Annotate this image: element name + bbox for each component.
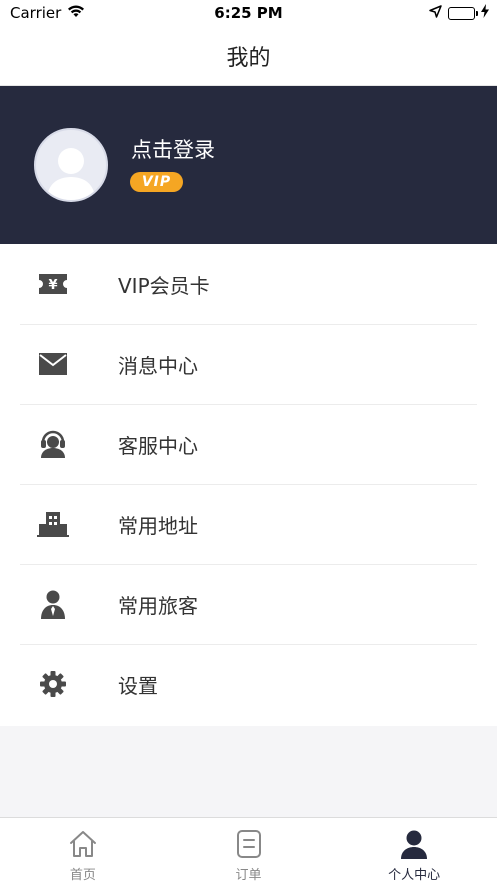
wifi-icon — [67, 4, 85, 22]
tab-bar: 首页 订单 个人中心 — [0, 817, 497, 883]
home-icon — [67, 828, 99, 860]
gear-icon — [36, 667, 70, 701]
menu-item-customer-service[interactable]: 客服中心 — [0, 404, 497, 484]
page-title: 我的 — [226, 45, 271, 71]
mail-icon — [36, 347, 70, 381]
menu-item-settings[interactable]: 设置 — [0, 644, 497, 724]
avatar[interactable] — [34, 128, 108, 202]
vip-badge: VIP — [130, 172, 183, 192]
menu-item-label: 消息中心 — [118, 353, 198, 378]
building-icon — [36, 507, 70, 541]
user-icon — [398, 828, 430, 860]
menu-item-addresses[interactable]: 常用地址 — [0, 484, 497, 564]
menu-item-label: 客服中心 — [118, 433, 198, 458]
tab-home[interactable]: 首页 — [0, 818, 166, 883]
avatar-placeholder-icon — [47, 148, 95, 200]
ticket-icon: ¥ — [36, 267, 70, 301]
tab-label: 首页 — [69, 868, 96, 883]
tab-label: 个人中心 — [388, 868, 441, 883]
menu-item-label: VIP会员卡 — [118, 273, 210, 298]
location-arrow-icon — [429, 4, 442, 22]
menu-item-label: 常用旅客 — [118, 593, 198, 618]
charging-bolt-icon — [481, 4, 489, 22]
tab-profile[interactable]: 个人中心 — [331, 818, 497, 883]
menu-item-label: 设置 — [118, 673, 158, 698]
menu-item-label: 常用地址 — [118, 513, 198, 538]
login-link[interactable]: 点击登录 — [131, 134, 215, 164]
svg-text:¥: ¥ — [48, 278, 57, 293]
carrier-label: Carrier — [10, 4, 62, 22]
nav-bar: 我的 — [0, 26, 497, 86]
tab-label: 订单 — [235, 868, 262, 883]
menu-item-vip-card[interactable]: ¥ VIP会员卡 — [0, 244, 497, 324]
profile-header[interactable]: 点击登录 VIP — [0, 86, 497, 244]
battery-icon — [448, 6, 478, 20]
menu-list: ¥ VIP会员卡 消息中心 客服中心 常用地址 常用旅客 设置 — [0, 244, 497, 726]
order-icon — [233, 828, 265, 860]
status-right — [429, 4, 489, 22]
menu-item-travelers[interactable]: 常用旅客 — [0, 564, 497, 644]
status-bar: Carrier 6:25 PM — [0, 0, 497, 26]
headset-icon — [36, 427, 70, 461]
tab-orders[interactable]: 订单 — [166, 818, 332, 883]
menu-item-messages[interactable]: 消息中心 — [0, 324, 497, 404]
person-tie-icon — [36, 587, 70, 621]
status-left: Carrier — [10, 4, 85, 22]
